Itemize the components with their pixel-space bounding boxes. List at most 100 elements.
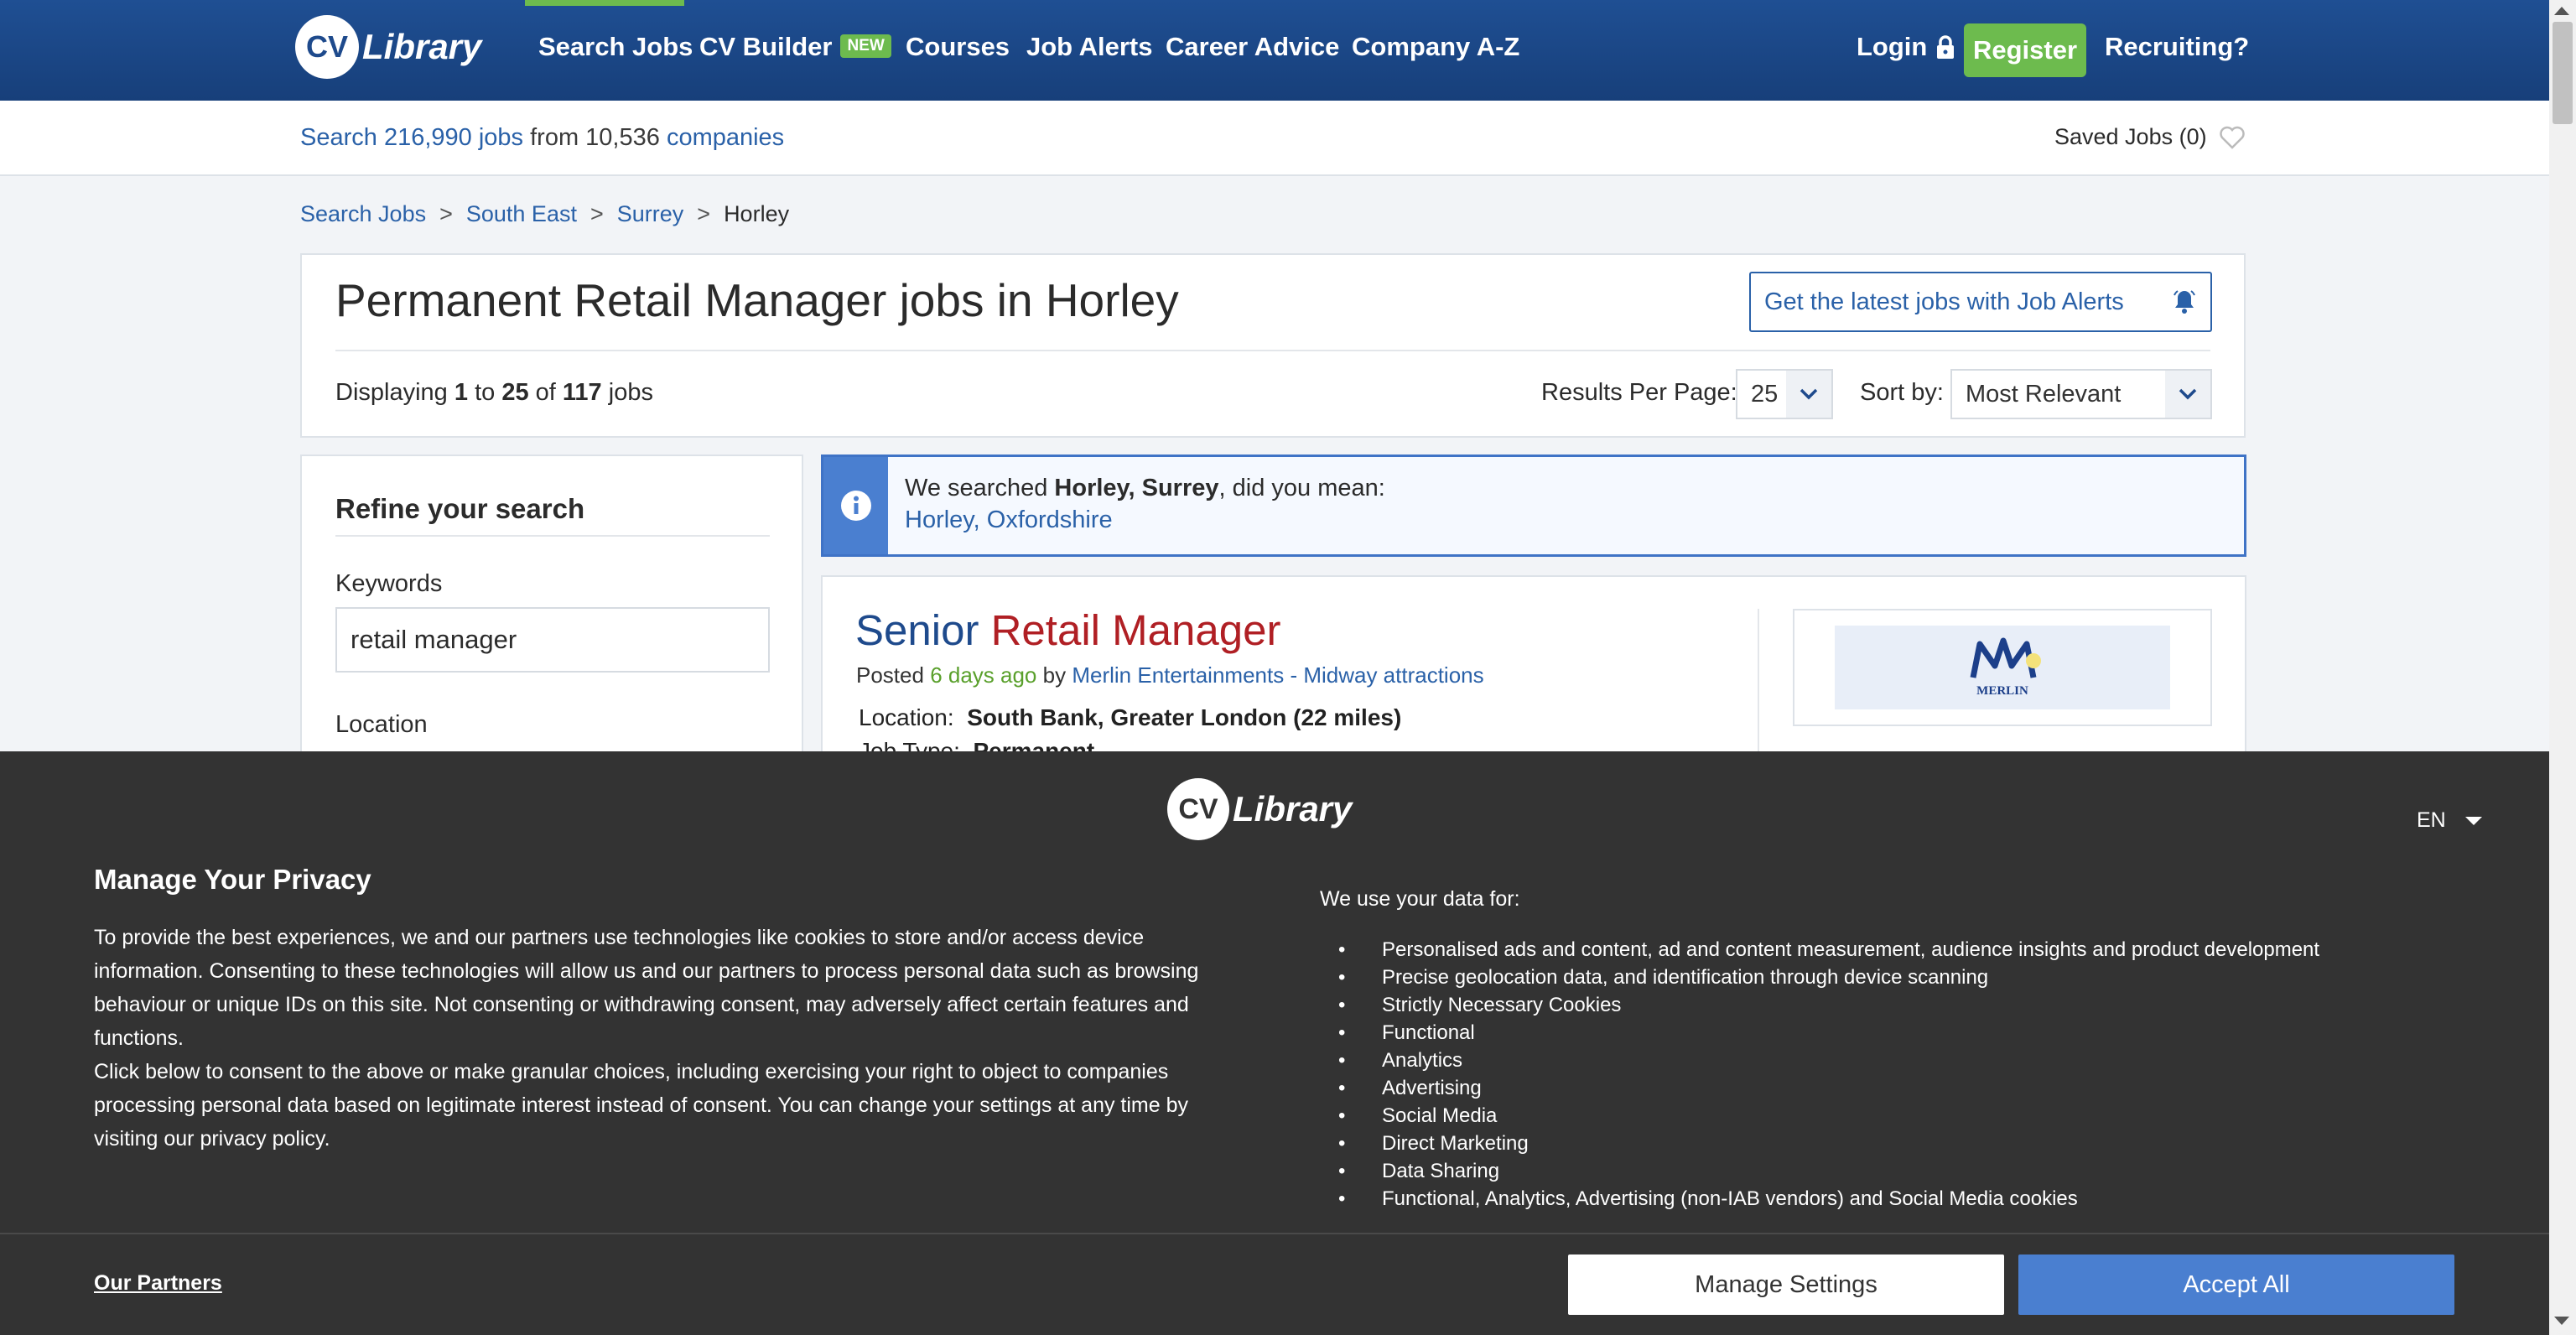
display-to: 25 bbox=[501, 379, 529, 406]
privacy-text: To provide the best experiences, we and … bbox=[94, 921, 1251, 1156]
scroll-up-arrow-icon[interactable] bbox=[2554, 7, 2569, 15]
scroll-down-arrow-icon[interactable] bbox=[2554, 1317, 2569, 1325]
suggested-location-link[interactable]: Horley, Oxfordshire bbox=[905, 506, 1113, 534]
did-you-mean-suffix: , did you mean: bbox=[1218, 475, 1385, 501]
header-divider bbox=[335, 350, 2210, 351]
cv-library-logo-consent: CV Library bbox=[1167, 778, 1352, 840]
jobs-count: 216,990 bbox=[383, 124, 472, 151]
register-button[interactable]: Register bbox=[1964, 23, 2086, 77]
per-page-value: 25 bbox=[1751, 380, 1779, 408]
consent-divider bbox=[0, 1233, 2549, 1234]
nav-recruiting[interactable]: Recruiting? bbox=[2105, 32, 2249, 62]
data-use-list: Personalised ads and content, ad and con… bbox=[1320, 936, 2319, 1213]
manage-settings-button[interactable]: Manage Settings bbox=[1568, 1254, 2004, 1315]
nav-job-alerts[interactable]: Job Alerts bbox=[1026, 32, 1152, 62]
page-scrollbar[interactable] bbox=[2549, 0, 2576, 1335]
chevron-down-icon bbox=[1786, 371, 1831, 418]
breadcrumb-current: Horley bbox=[724, 201, 790, 226]
cv-library-logo[interactable]: CV Library bbox=[295, 15, 481, 79]
job-title-link[interactable]: Senior Retail Manager bbox=[855, 605, 1280, 655]
logo-cv-mark: CV bbox=[295, 15, 359, 79]
refine-title: Refine your search bbox=[335, 493, 585, 524]
job-alerts-button[interactable]: Get the latest jobs with Job Alerts bbox=[1749, 272, 2212, 332]
posted-when: 6 days ago bbox=[930, 662, 1037, 688]
merlin-logo-text: MERLIN bbox=[1976, 683, 2028, 698]
merlin-crown-icon bbox=[1970, 637, 2041, 678]
location-field-value: South Bank, Greater London (22 miles) bbox=[967, 704, 1402, 730]
did-you-mean-prefix: We searched bbox=[905, 475, 1048, 501]
display-prefix: Displaying bbox=[335, 379, 448, 406]
job-posted-line: Posted 6 days ago by Merlin Entertainmen… bbox=[856, 662, 1484, 688]
data-use-item: Precise geolocation data, and identifica… bbox=[1320, 964, 2319, 991]
page-title: Permanent Retail Manager jobs in Horley bbox=[335, 274, 1179, 326]
breadcrumb-search-jobs[interactable]: Search Jobs bbox=[300, 201, 426, 226]
searched-location: Horley, Surrey bbox=[1054, 475, 1219, 501]
breadcrumb-south-east[interactable]: South East bbox=[466, 201, 577, 226]
did-you-mean-text: We searched Horley, Surrey, did you mean… bbox=[905, 475, 1385, 502]
per-page-label: Results Per Page: bbox=[1541, 379, 1737, 406]
results-count: Displaying 1 to 25 of 117 jobs bbox=[335, 379, 653, 407]
data-use-item: Direct Marketing bbox=[1320, 1130, 2319, 1157]
consent-logo-cv-mark: CV bbox=[1167, 778, 1229, 840]
did-you-mean-box bbox=[821, 455, 2246, 557]
data-use-item: Data Sharing bbox=[1320, 1157, 2319, 1185]
keywords-label: Keywords bbox=[335, 570, 443, 597]
display-from: 1 bbox=[454, 379, 468, 406]
login-link[interactable]: Login bbox=[1857, 32, 1955, 62]
top-navigation: CV Library Search Jobs CV Builder NEW Cou… bbox=[0, 0, 2549, 101]
jobs-word: jobs bbox=[478, 124, 524, 151]
language-selector[interactable]: EN bbox=[2417, 808, 2483, 833]
breadcrumb-surrey[interactable]: Surrey bbox=[617, 201, 684, 226]
new-badge: NEW bbox=[840, 34, 891, 58]
caret-down-icon bbox=[2464, 816, 2482, 825]
nav-career-advice[interactable]: Career Advice bbox=[1166, 32, 1339, 62]
company-logo-box[interactable]: MERLIN bbox=[1793, 609, 2212, 726]
companies-link[interactable]: companies bbox=[667, 124, 784, 151]
saved-jobs-link[interactable]: Saved Jobs (0) bbox=[2054, 124, 2246, 150]
job-title-part2: Retail Manager bbox=[990, 606, 1281, 654]
breadcrumb: Search Jobs > South East > Surrey > Horley bbox=[300, 201, 790, 226]
accept-all-button[interactable]: Accept All bbox=[2018, 1254, 2454, 1315]
data-use-item: Functional bbox=[1320, 1019, 2319, 1047]
search-summary: Search 216,990 jobs from 10,536 companie… bbox=[300, 124, 784, 152]
logo-wordmark: Library bbox=[362, 27, 482, 66]
sort-value: Most Relevant bbox=[1966, 380, 2122, 408]
company-link[interactable]: Merlin Entertainments - Midway attractio… bbox=[1072, 662, 1483, 688]
data-use-title: We use your data for: bbox=[1320, 887, 1520, 911]
per-page-select[interactable]: 25 bbox=[1736, 369, 1833, 419]
lock-icon bbox=[1937, 35, 1955, 59]
our-partners-link[interactable]: Our Partners bbox=[94, 1271, 222, 1296]
chevron-down-icon bbox=[2165, 371, 2210, 418]
data-use-item: Functional, Analytics, Advertising (non-… bbox=[1320, 1185, 2319, 1213]
scrollbar-thumb[interactable] bbox=[2553, 22, 2573, 124]
search-prefix: Search bbox=[300, 124, 377, 151]
display-suffix: jobs bbox=[608, 379, 653, 406]
sort-select[interactable]: Most Relevant bbox=[1950, 369, 2212, 419]
job-title-part1: Senior bbox=[855, 606, 979, 654]
posted-label: Posted bbox=[856, 662, 924, 688]
refine-divider bbox=[335, 535, 770, 537]
keywords-input[interactable]: retail manager bbox=[335, 607, 770, 673]
posted-by: by bbox=[1042, 662, 1067, 688]
nav-search-jobs[interactable]: Search Jobs bbox=[538, 32, 693, 62]
bell-icon bbox=[2174, 290, 2195, 314]
display-of-word: of bbox=[535, 379, 556, 406]
nav-courses[interactable]: Courses bbox=[906, 32, 1010, 62]
saved-jobs-label: Saved Jobs (0) bbox=[2054, 124, 2207, 149]
heart-icon bbox=[2219, 126, 2245, 149]
nav-cv-builder-label: CV Builder bbox=[699, 32, 833, 61]
display-total: 117 bbox=[562, 379, 602, 406]
login-label: Login bbox=[1857, 32, 1928, 61]
merlin-logo: MERLIN bbox=[1835, 626, 2170, 709]
companies-count: from 10,536 bbox=[530, 124, 660, 151]
location-field-label: Location: bbox=[859, 704, 954, 730]
display-to-word: to bbox=[475, 379, 496, 406]
data-use-item: Strictly Necessary Cookies bbox=[1320, 991, 2319, 1019]
consent-logo-wordmark: Library bbox=[1233, 789, 1353, 829]
job-card-divider bbox=[1758, 609, 1759, 756]
privacy-paragraph-1: To provide the best experiences, we and … bbox=[94, 926, 1199, 1050]
nav-company-a-z[interactable]: Company A-Z bbox=[1352, 32, 1519, 62]
nav-cv-builder[interactable]: CV Builder NEW bbox=[699, 32, 891, 62]
language-value: EN bbox=[2417, 808, 2446, 832]
search-jobs-link[interactable]: Search 216,990 jobs bbox=[300, 124, 523, 151]
